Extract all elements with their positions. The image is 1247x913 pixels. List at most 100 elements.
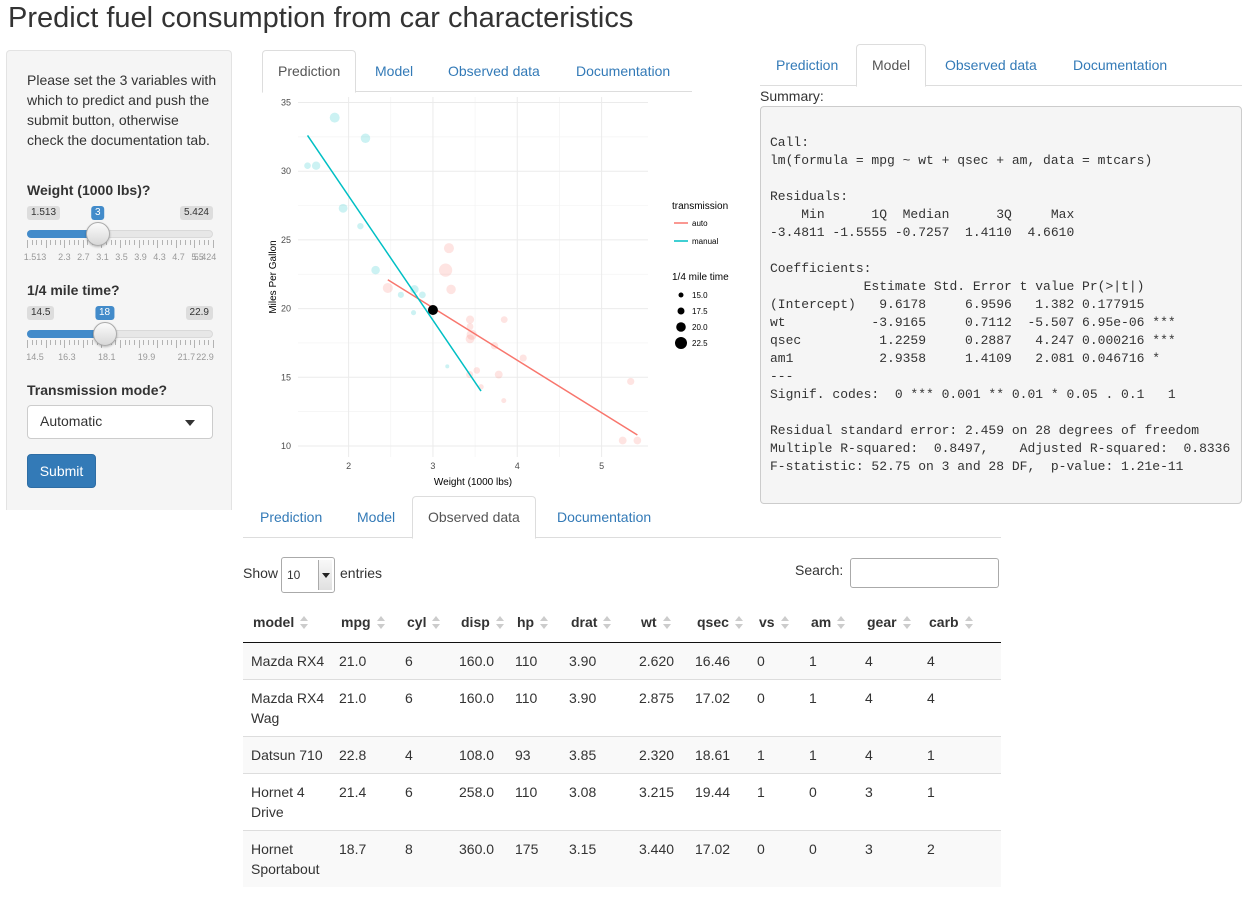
slider-grid-label: 5.424 (193, 252, 217, 262)
slider-tick (185, 340, 187, 345)
column-header-wt[interactable]: wt (631, 602, 687, 643)
data-point-auto (443, 243, 454, 254)
page-length-select[interactable]: 10 (281, 557, 335, 593)
column-header-disp[interactable]: disp (451, 602, 507, 643)
slider-tick (213, 240, 214, 248)
tab-documentation[interactable]: Documentation (560, 50, 686, 92)
transmission-select[interactable]: Automatic (27, 405, 213, 439)
sort-icon (662, 615, 671, 630)
slider-tick (59, 340, 61, 345)
qsec-slider[interactable]: 14.5 22.9 18 14.5 16.3 18.1 19.9 21.7 22.9 (26, 306, 214, 366)
slider-grid-label: 19.9 (137, 352, 156, 362)
column-header-carb[interactable]: carb (919, 602, 1001, 643)
weight-slider[interactable]: 1.513 5.424 3 1.513 2.3 2.7 3.1 3.5 3.9 4.3 4.7… (24, 206, 217, 266)
table-cell-carb: 4 (919, 678, 1001, 736)
column-header-hp[interactable]: hp (507, 602, 561, 643)
data-point-auto (494, 370, 503, 379)
data-point-manual (329, 112, 340, 123)
tab-documentation[interactable]: Documentation (1057, 44, 1183, 86)
slider-tick (36, 340, 38, 345)
search-input[interactable] (850, 558, 999, 588)
column-header-label: carb (929, 613, 959, 630)
slider-grid-label: 16.3 (58, 352, 76, 362)
legend-size-label: 15.0 (692, 291, 708, 300)
column-header-drat[interactable]: drat (561, 602, 631, 643)
slider-tick (199, 340, 201, 345)
table-cell-gear: 4 (857, 735, 919, 773)
table-cell-qsec: 16.46 (687, 642, 749, 679)
slider-tick (45, 240, 47, 248)
slider-tick (64, 340, 66, 348)
slider-tick (59, 240, 61, 245)
table-cell-wt: 2.875 (631, 678, 687, 736)
column-header-am[interactable]: am (801, 602, 857, 643)
table-cell-qsec: 19.44 (687, 772, 749, 830)
qsec-slider-handle[interactable] (92, 322, 117, 346)
slider-grid-label: 2.3 (58, 252, 71, 262)
tabbar-3: Prediction Model Observed data Documenta… (243, 496, 1001, 539)
table-cell-carb: 2 (919, 829, 1001, 887)
slider-grid-label: 3.1 (96, 252, 109, 262)
data-point-manual (419, 291, 426, 299)
tab-prediction[interactable]: Prediction (244, 496, 338, 538)
column-header-qsec[interactable]: qsec (687, 602, 749, 643)
column-header-cyl[interactable]: cyl (397, 602, 451, 643)
slider-tick (73, 340, 75, 345)
tab-model[interactable]: Model (856, 44, 927, 87)
weight-max-label: 5.424 (179, 206, 213, 220)
weight-slider-handle[interactable] (85, 222, 110, 246)
slider-tick (180, 240, 182, 245)
slider-tick (213, 340, 214, 348)
table-header-row: model mpg cyl disp hp drat wt qsec vs am gear carb (243, 602, 1001, 643)
legend-title-size: 1/4 mile time (672, 272, 729, 283)
tab-observed-data[interactable]: Observed data (432, 50, 556, 92)
tab-observed-data[interactable]: Observed data (929, 44, 1053, 86)
slider-grid-label: 4.7 (172, 252, 185, 262)
table-cell-drat: 3.90 (561, 642, 631, 679)
data-point-manual (371, 265, 380, 275)
table-cell-vs: 0 (749, 829, 801, 887)
data-point-auto (465, 334, 475, 344)
slider-tick (92, 340, 94, 345)
tab-model[interactable]: Model (359, 50, 429, 92)
slider-tick (166, 340, 168, 345)
table-cell-drat: 3.85 (561, 735, 631, 773)
column-header-vs[interactable]: vs (749, 602, 801, 643)
show-label: Show (243, 565, 279, 581)
y-axis-label: Miles Per Gallon (268, 240, 279, 313)
legend-size-label: 17.5 (692, 307, 708, 316)
data-point-auto (618, 436, 627, 445)
table-cell-qsec: 17.02 (687, 829, 749, 887)
table-cell-cyl: 6 (397, 642, 451, 679)
legend-size-key (678, 292, 684, 298)
tab-model[interactable]: Model (341, 496, 411, 538)
tab-documentation[interactable]: Documentation (541, 496, 667, 538)
slider-grid-label: 4.3 (153, 252, 166, 262)
column-header-model[interactable]: model (243, 602, 331, 643)
submit-button[interactable]: Submit (27, 454, 96, 488)
legend-size-key (675, 337, 687, 349)
column-header-gear[interactable]: gear (857, 602, 919, 643)
table-cell-wt: 2.620 (631, 642, 687, 679)
slider-tick (157, 240, 159, 248)
tab-prediction[interactable]: Prediction (760, 44, 854, 86)
transmission-label: Transmission mode? (27, 382, 168, 398)
legend-label-manual: manual (692, 237, 718, 246)
legend-label-auto: auto (692, 219, 708, 228)
tab-observed-data[interactable]: Observed data (412, 496, 536, 539)
table-cell-am: 1 (801, 678, 857, 736)
table-cell-disp: 360.0 (451, 829, 507, 887)
slider-tick (124, 340, 126, 345)
table-cell-model: Hornet Sportabout (243, 829, 331, 887)
table-cell-carb: 4 (919, 642, 1001, 679)
table-cell-cyl: 8 (397, 829, 451, 887)
data-point-manual (311, 161, 321, 170)
tab-prediction[interactable]: Prediction (262, 50, 357, 93)
table-cell-cyl: 6 (397, 772, 451, 830)
table-cell-qsec: 17.02 (687, 678, 749, 736)
slider-tick (54, 340, 56, 345)
sort-icon (376, 615, 385, 630)
column-header-mpg[interactable]: mpg (331, 602, 397, 643)
weight-slider-grid: 1.513 2.3 2.7 3.1 3.5 3.9 4.3 4.7 5.5 5.424 (24, 252, 217, 264)
y-tick-label: 20 (281, 304, 291, 314)
